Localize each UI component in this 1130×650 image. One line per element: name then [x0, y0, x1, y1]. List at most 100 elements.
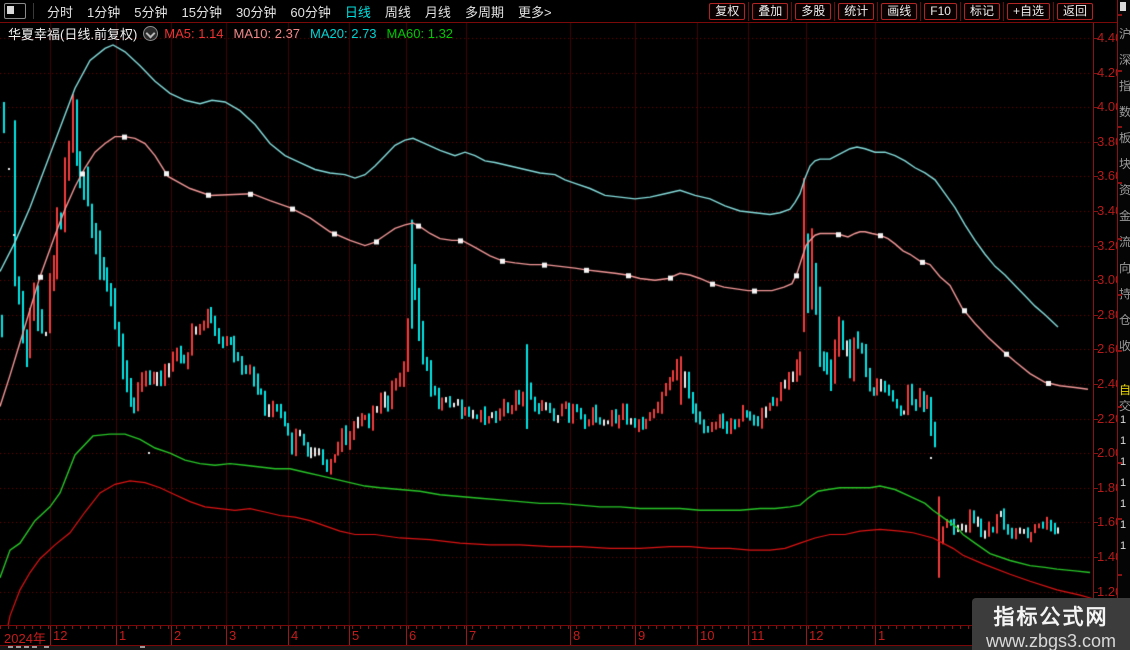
period-tab[interactable]: 日线	[338, 2, 378, 21]
side-panel-truncated-label: 数	[1119, 106, 1130, 119]
side-panel-active-tab[interactable]: 自	[1119, 384, 1130, 397]
toolbar-button[interactable]: 统计	[838, 3, 875, 20]
button-divider	[791, 2, 793, 21]
side-panel-tick	[1118, 518, 1122, 520]
side-panel-truncated-value: 1	[1120, 477, 1127, 489]
toolbar-button[interactable]: F10	[924, 3, 957, 20]
toolbar-button[interactable]: 标记	[963, 3, 1000, 20]
kline-chart-canvas[interactable]	[0, 23, 1093, 625]
top-toolbar: 分时 1分钟 5分钟 15分钟 30分钟 60分钟 日线 周线 月线 多周期 更多> 复权 叠加 多股统…	[0, 0, 1130, 23]
watermark-title: 指标公式网	[993, 606, 1109, 629]
price-axis-tick	[1093, 72, 1098, 74]
side-panel-tick	[1118, 406, 1122, 408]
month-separator	[570, 626, 571, 645]
toolbar-button[interactable]: +自选	[1006, 3, 1050, 20]
price-axis-tick	[1093, 487, 1098, 489]
chart-legend: 华夏幸福(日线.前复权) MA5: 1.14 MA10: 2.37 MA20: 2.…	[8, 25, 463, 42]
month-separator	[875, 626, 876, 645]
side-panel-truncated-label: 深	[1119, 54, 1130, 67]
side-panel-tick	[1118, 70, 1122, 72]
side-panel-truncated-value: 1	[1120, 498, 1127, 510]
price-axis-tick	[1093, 314, 1098, 316]
month-label: 1	[119, 628, 127, 643]
month-label: 1	[878, 628, 886, 643]
button-divider	[1052, 2, 1054, 21]
time-axis-ticks	[0, 626, 1093, 629]
month-label: 12	[809, 628, 824, 643]
month-separator	[466, 626, 467, 645]
side-panel-truncated-value: 1	[1120, 519, 1127, 531]
toolbar-button[interactable]: 叠加	[752, 3, 789, 20]
month-separator	[288, 626, 289, 645]
price-axis-tick	[1093, 107, 1098, 109]
price-axis-tick	[1093, 245, 1098, 247]
price-axis-tick	[1093, 38, 1098, 39]
price-axis-tick	[1093, 211, 1098, 212]
ma-legend-item: MA10: 2.37	[233, 25, 301, 41]
button-divider	[748, 2, 750, 21]
price-axis-tick	[1093, 557, 1098, 558]
period-tab[interactable]: 5分钟	[127, 2, 174, 21]
month-separator	[349, 626, 350, 645]
period-tab[interactable]: 1分钟	[80, 2, 127, 21]
price-axis-tick	[1093, 522, 1098, 524]
period-tab[interactable]: 月线	[418, 2, 458, 21]
side-panel-truncated-label: 板	[1119, 132, 1130, 145]
side-panel-tick	[1118, 126, 1122, 128]
watermark-url: www.zbgs3.com	[985, 631, 1117, 650]
period-tab[interactable]: 多周期	[458, 2, 511, 21]
stock-app-window: 分时 1分钟 5分钟 15分钟 30分钟 60分钟 日线 周线 月线 多周期 更多> 复权 叠加 多股统…	[0, 0, 1130, 650]
layout-toggle-icon[interactable]	[4, 3, 26, 19]
action-buttons: 复权 叠加 多股 统计 画线 F10 标记 +自选 返回	[709, 2, 1093, 21]
time-axis[interactable]: 2024年 12 1 2 3 4 5 6 7 8 9 10 11 12 1	[0, 625, 1093, 646]
ma-legend-item: MA5: 1.14	[164, 25, 224, 41]
month-label: 9	[638, 628, 646, 643]
year-label: 2024年	[4, 631, 46, 646]
side-panel-tick	[1118, 294, 1122, 296]
button-divider	[959, 2, 961, 21]
side-panel-tick	[1118, 14, 1122, 16]
right-side-panel-edge[interactable]: 沪深指数板块资金流向持仓收自交1111111	[1117, 0, 1130, 650]
side-panel-tick	[1118, 462, 1122, 464]
price-axis-tick	[1093, 176, 1098, 178]
toolbar-button[interactable]: 复权	[709, 3, 746, 20]
period-tab[interactable]: 30分钟	[229, 2, 283, 21]
side-panel-tick	[1118, 182, 1122, 184]
side-panel-truncated-value: 1	[1120, 414, 1127, 426]
chevron-down-icon[interactable]	[143, 25, 159, 41]
period-tab[interactable]: 60分钟	[283, 2, 337, 21]
button-divider	[1002, 2, 1004, 21]
side-panel-truncated-value: 1	[1120, 540, 1127, 552]
month-label: 12	[53, 628, 68, 643]
side-panel-tick	[1118, 574, 1122, 576]
month-label: 10	[700, 628, 715, 643]
cutoff-text-fragment	[140, 646, 145, 648]
month-label: 6	[409, 628, 417, 643]
period-tab[interactable]: 更多>	[511, 2, 559, 21]
period-menu: 分时 1分钟 5分钟 15分钟 30分钟 60分钟 日线 周线 月线 多周期 更多>	[4, 0, 559, 22]
side-panel-truncated-value: 1	[1120, 435, 1127, 447]
month-separator	[406, 626, 407, 645]
month-label: 2	[174, 628, 182, 643]
toolbar-button[interactable]: 多股	[795, 3, 832, 20]
period-tab[interactable]: 15分钟	[174, 2, 228, 21]
month-separator	[806, 626, 807, 645]
toolbar-divider	[33, 3, 34, 19]
month-label: 4	[291, 628, 299, 643]
side-panel-truncated-label: 向	[1119, 262, 1130, 275]
price-axis-tick	[1093, 280, 1098, 282]
toolbar-button[interactable]: 画线	[881, 3, 918, 20]
period-tab[interactable]: 分时	[40, 2, 80, 21]
price-axis-tick	[1093, 453, 1098, 455]
side-panel-tick	[1118, 350, 1122, 352]
month-label: 11	[751, 628, 765, 643]
ma-legend-item: MA20: 2.73	[310, 25, 377, 41]
side-panel-truncated-label: 沪	[1119, 28, 1130, 41]
side-panel-truncated-label: 金	[1119, 210, 1130, 223]
month-separator	[171, 626, 172, 645]
toolbar-button[interactable]: 返回	[1056, 3, 1093, 20]
period-tab[interactable]: 周线	[378, 2, 418, 21]
month-label: 3	[229, 628, 237, 643]
price-axis-tick	[1093, 141, 1098, 143]
button-divider	[877, 2, 879, 21]
